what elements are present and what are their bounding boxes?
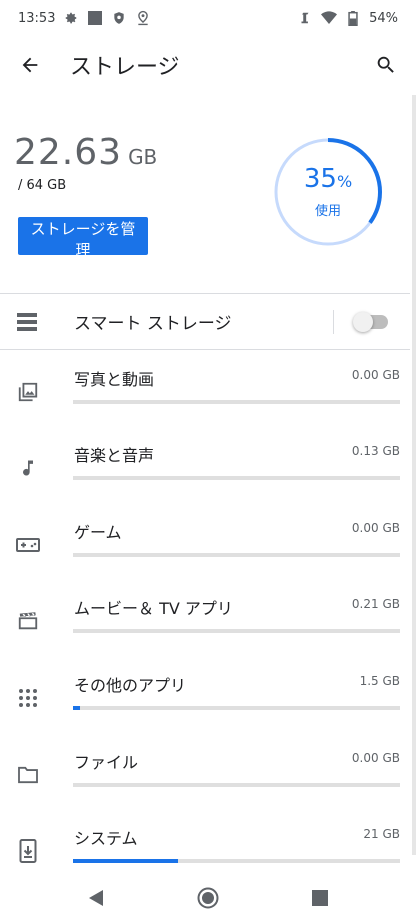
category-bar (73, 783, 400, 787)
gamepad-icon (16, 533, 40, 557)
storage-summary: 22.63 GB / 64 GB ストレージを管理 35% 使用 (0, 108, 416, 293)
status-bar-left: 13:53 (18, 10, 151, 26)
category-bar (73, 476, 400, 480)
category-size: 0.21 GB (351, 597, 400, 611)
category-size: 21 GB (363, 827, 400, 841)
category-label: ファイル (74, 753, 139, 772)
category-label: ゲーム (74, 523, 122, 542)
category-bar (73, 629, 400, 633)
total-storage: / 64 GB (18, 178, 67, 193)
smart-storage-row[interactable]: スマート ストレージ (0, 294, 410, 349)
category-size: 0.13 GB (351, 444, 400, 458)
search-icon[interactable] (372, 51, 400, 79)
toggle-knob (353, 311, 373, 332)
usage-percent-value: 35 (303, 164, 337, 194)
category-games[interactable]: ゲーム 0.00 GB (0, 505, 410, 581)
list-icon (0, 312, 54, 331)
system-update-icon (16, 839, 40, 863)
category-other-apps[interactable]: その他のアプリ 1.5 GB (0, 658, 410, 734)
used-amount: 22.63 (14, 132, 123, 173)
category-label: 音楽と音声 (74, 446, 155, 465)
nav-recents-icon[interactable] (306, 884, 334, 912)
usage-percent-sign: % (336, 172, 353, 191)
category-size: 0.00 GB (351, 751, 400, 765)
battery-icon (345, 10, 361, 26)
status-bar-right: 54% (297, 10, 398, 26)
category-label: 写真と動画 (74, 370, 155, 389)
category-music[interactable]: 音楽と音声 0.13 GB (0, 428, 410, 504)
folder-icon (16, 763, 40, 787)
category-label: その他のアプリ (74, 676, 187, 695)
smart-storage-toggle[interactable] (353, 311, 388, 332)
shield-icon (111, 10, 127, 26)
manage-storage-button[interactable]: ストレージを管理 (18, 217, 148, 259)
category-files[interactable]: ファイル 0.00 GB (0, 735, 410, 811)
category-label: システム (74, 829, 138, 848)
category-bar (73, 859, 400, 863)
category-photos[interactable]: 写真と動画 0.00 GB (0, 352, 410, 428)
usage-label: 使用 (314, 204, 341, 219)
navigation-bar (0, 872, 416, 924)
square-icon (87, 10, 103, 26)
usage-percent: 35% (304, 165, 352, 196)
category-size: 0.00 GB (351, 521, 400, 535)
used-storage: 22.63 GB (14, 132, 157, 173)
usage-ring: 35% 使用 (272, 136, 384, 248)
category-bar-fill (73, 859, 178, 863)
photo-icon (16, 380, 40, 404)
category-size: 0.00 GB (351, 368, 400, 382)
category-bar-fill (73, 706, 80, 710)
used-unit: GB (128, 145, 158, 169)
clock: 13:53 (18, 10, 56, 26)
arrow-left-icon[interactable] (16, 51, 44, 79)
location-pin-icon (135, 10, 151, 26)
divider (0, 349, 410, 350)
page-title: ストレージ (70, 55, 180, 80)
nav-home-icon[interactable] (194, 884, 222, 912)
category-label: ムービー＆ TV アプリ (74, 599, 233, 618)
category-bar (73, 400, 400, 404)
gear-icon (63, 10, 79, 26)
vertical-divider (333, 309, 334, 334)
app-bar: ストレージ (0, 36, 416, 94)
smart-storage-label: スマート ストレージ (74, 314, 232, 334)
category-bar (73, 706, 400, 710)
apps-grid-icon (16, 686, 40, 710)
music-note-icon (16, 456, 40, 480)
category-size: 1.5 GB (359, 674, 400, 688)
usage-ring-text: 35% 使用 (272, 136, 384, 248)
movie-icon (16, 609, 40, 633)
nav-back-icon[interactable] (82, 884, 110, 912)
category-bar (73, 553, 400, 557)
wifi-icon (321, 10, 338, 26)
battery-percent: 54% (369, 10, 398, 26)
font-scale-icon (297, 10, 313, 26)
status-bar: 13:53 54% (0, 0, 416, 36)
category-movies[interactable]: ムービー＆ TV アプリ 0.21 GB (0, 581, 410, 657)
